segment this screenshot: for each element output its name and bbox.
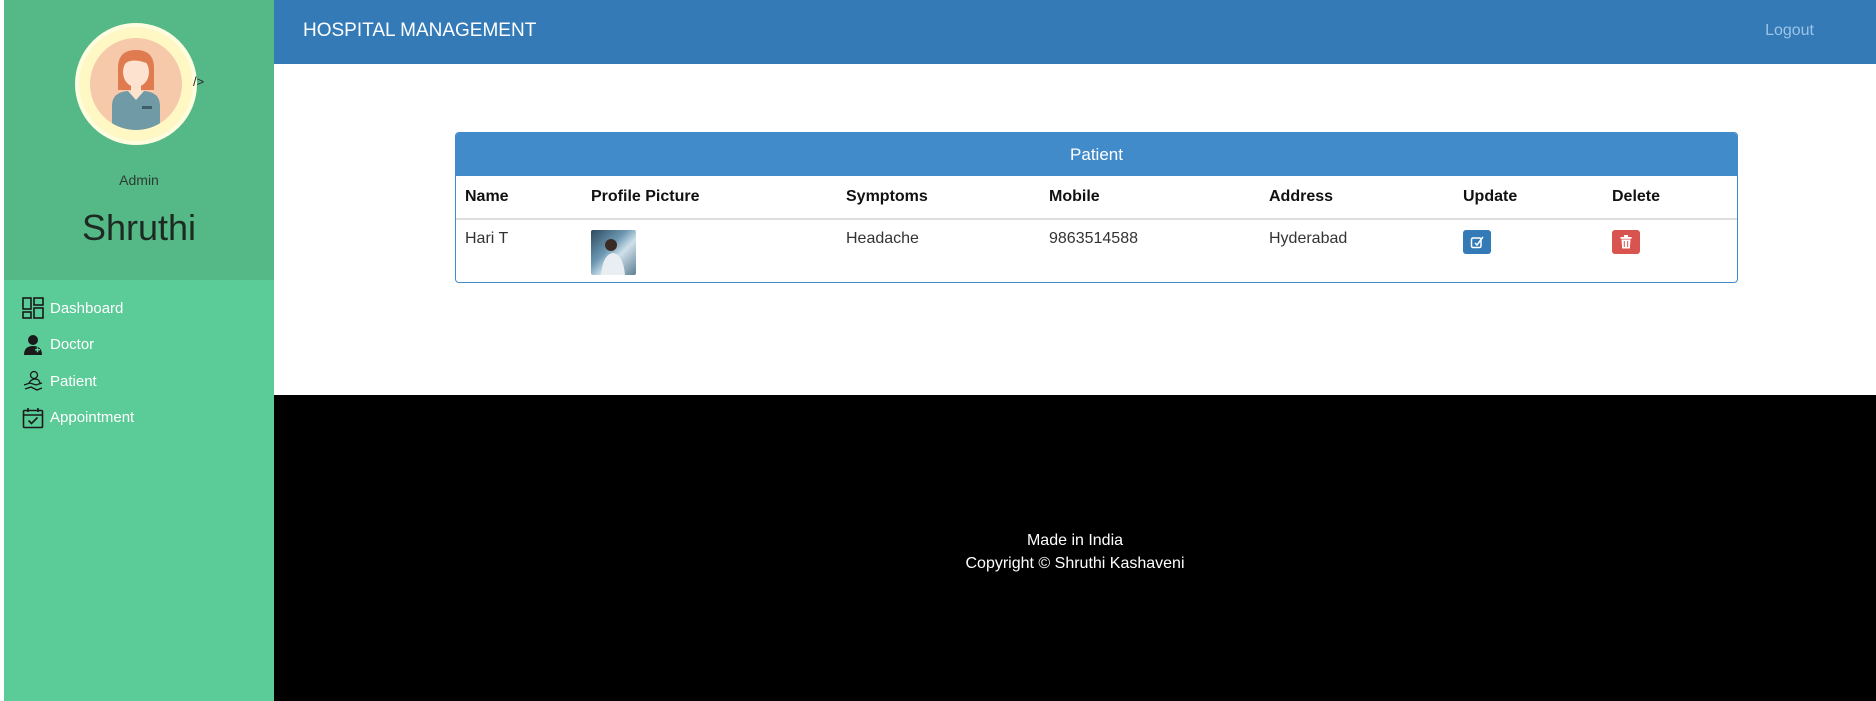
patient-symptoms: Headache xyxy=(846,230,919,247)
column-header-name: Name xyxy=(456,176,582,220)
sidebar-item-label: Dashboard xyxy=(50,299,124,317)
nurse-avatar-icon xyxy=(90,38,182,130)
sidebar-item-appointment[interactable]: Appointment xyxy=(4,400,274,437)
sidebar-item-label: Doctor xyxy=(50,336,95,354)
delete-button[interactable] xyxy=(1612,230,1640,254)
sidebar-item-dashboard[interactable]: Dashboard xyxy=(4,290,274,327)
sidebar: /> Admin Shruthi Dashboard Doctor Patien… xyxy=(4,0,274,701)
footer-tagline: Made in India xyxy=(1026,532,1124,549)
user-role: Admin xyxy=(119,172,159,188)
profile-section: /> Admin Shruthi xyxy=(4,0,274,280)
panel-title: Patient xyxy=(456,133,1737,176)
top-navbar: HOSPITAL MANAGEMENT Logout xyxy=(274,0,1876,64)
column-header-profile-picture: Profile Picture xyxy=(582,176,837,220)
patient-table: Name Profile Picture Symptoms Mobile Add… xyxy=(456,176,1737,282)
trash-icon xyxy=(1620,235,1632,249)
logout-link[interactable]: Logout xyxy=(1765,22,1814,40)
calendar-icon xyxy=(21,406,45,430)
patient-profile-picture xyxy=(591,230,636,275)
patient-mobile: 9863514588 xyxy=(1049,230,1138,247)
table-row: Hari T Headache 9863514588 Hyderabad xyxy=(456,219,1737,282)
footer: Made in India Copyright © Shruthi Kashav… xyxy=(274,395,1876,701)
patient-icon xyxy=(21,369,45,393)
sidebar-nav: Dashboard Doctor Patient Appointment xyxy=(4,290,274,436)
sidebar-item-label: Appointment xyxy=(50,409,135,427)
user-name: Shruthi xyxy=(81,207,197,248)
avatar xyxy=(75,23,197,145)
column-header-address: Address xyxy=(1260,176,1454,220)
stray-markup-text: /> xyxy=(193,74,205,89)
update-button[interactable] xyxy=(1463,230,1491,254)
doctor-icon xyxy=(21,333,45,357)
table-header-row: Name Profile Picture Symptoms Mobile Add… xyxy=(456,176,1737,220)
patient-address: Hyderabad xyxy=(1269,230,1348,247)
column-header-symptoms: Symptoms xyxy=(837,176,1040,220)
dashboard-icon xyxy=(21,296,45,320)
column-header-update: Update xyxy=(1454,176,1603,220)
footer-copyright: Copyright © Shruthi Kashaveni xyxy=(965,555,1185,572)
sidebar-item-label: Patient xyxy=(50,372,97,390)
edit-icon xyxy=(1470,236,1484,249)
app-title[interactable]: HOSPITAL MANAGEMENT xyxy=(303,20,536,42)
column-header-delete: Delete xyxy=(1603,176,1737,220)
patient-panel: Patient Name Profile Picture Symptoms Mo… xyxy=(455,132,1738,283)
column-header-mobile: Mobile xyxy=(1040,176,1260,220)
sidebar-item-doctor[interactable]: Doctor xyxy=(4,327,274,364)
sidebar-item-patient[interactable]: Patient xyxy=(4,363,274,400)
patient-name: Hari T xyxy=(465,230,509,247)
